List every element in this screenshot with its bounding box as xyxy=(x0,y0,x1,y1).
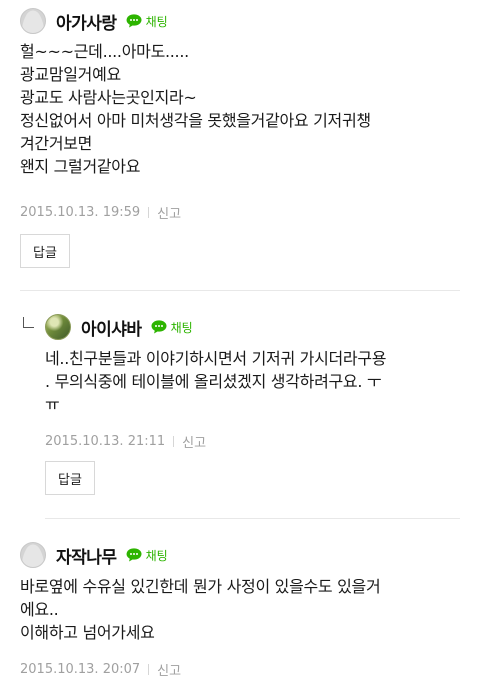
chat-label: 채팅 xyxy=(145,548,168,563)
author-nickname[interactable]: 자작나무 xyxy=(56,543,117,568)
comment-header: 아가사랑 채팅 xyxy=(20,6,168,36)
comment-header: 자작나무 채팅 xyxy=(20,540,168,570)
chat-label: 채팅 xyxy=(145,14,168,29)
chat-bubble-icon xyxy=(126,548,142,562)
chat-link[interactable]: 채팅 xyxy=(126,13,168,30)
comment-body: 네..친구분들과 이야기하시면서 기저귀 가시더라구용 . 무의식중에 테이블에… xyxy=(45,347,386,416)
comment-line: 왠지 그럴거같아요 xyxy=(20,157,141,176)
comment-line: . 무의식중에 테이블에 올리셨겠지 생각하려구요. ㅜ xyxy=(45,372,382,391)
comment-meta: 2015.10.13. 19:59 신고 xyxy=(20,203,181,222)
comment-line: 정신없어서 아마 미처생각을 못했을거같아요 기저귀챙 xyxy=(20,111,371,130)
chat-link[interactable]: 채팅 xyxy=(126,547,168,564)
report-link[interactable]: 신고 xyxy=(157,660,181,679)
comment-line: 광교도 사람사는곳인지라~ xyxy=(20,88,197,107)
comment-line: 네..친구분들과 이야기하시면서 기저귀 가시더라구용 xyxy=(45,349,387,368)
meta-separator xyxy=(148,664,150,675)
comment-item: 아가사랑 채팅 헐~~~근데....아마도..... 광교맘일거예요 광교도 사… xyxy=(0,0,480,290)
comment-item: 자작나무 채팅 바로옆에 수유실 있긴한데 뭔가 사정이 있을수도 있을거 에요… xyxy=(0,519,480,679)
meta-separator xyxy=(148,207,150,218)
reply-comment-item: 아이샤바 채팅 네..친구분들과 이야기하시면서 기저귀 가시더라구용 . 무의… xyxy=(0,291,480,517)
comment-line: 이해하고 넘어가세요 xyxy=(20,623,155,642)
comment-line: ㅠ xyxy=(45,395,60,414)
reply-arrow-icon xyxy=(23,317,34,328)
comment-line: 바로옆에 수유실 있긴한데 뭔가 사정이 있을수도 있을거 xyxy=(20,577,381,596)
report-link[interactable]: 신고 xyxy=(182,432,206,451)
comment-body: 헐~~~근데....아마도..... 광교맘일거예요 광교도 사람사는곳인지라~… xyxy=(20,40,371,178)
comment-line: 헐~~~근데....아마도..... xyxy=(20,42,189,61)
comment-timestamp: 2015.10.13. 19:59 xyxy=(20,205,141,220)
chat-bubble-icon xyxy=(126,14,142,28)
reply-button[interactable]: 답글 xyxy=(20,234,70,268)
avatar[interactable] xyxy=(45,314,71,340)
comment-line: 광교맘일거예요 xyxy=(20,65,121,84)
meta-separator xyxy=(173,436,175,447)
chat-label: 채팅 xyxy=(170,320,193,335)
comment-body: 바로옆에 수유실 있긴한데 뭔가 사정이 있을수도 있을거 에요.. 이해하고 … xyxy=(20,575,381,644)
avatar[interactable] xyxy=(20,8,46,34)
comment-meta: 2015.10.13. 20:07 신고 xyxy=(20,660,181,679)
comment-meta: 2015.10.13. 21:11 신고 xyxy=(45,432,206,451)
comment-timestamp: 2015.10.13. 21:11 xyxy=(45,434,166,449)
comment-timestamp: 2015.10.13. 20:07 xyxy=(20,662,141,677)
reply-button[interactable]: 답글 xyxy=(45,461,95,495)
comment-line: 겨간거보면 xyxy=(20,134,93,153)
comment-line: 에요.. xyxy=(20,600,59,619)
report-link[interactable]: 신고 xyxy=(157,203,181,222)
chat-bubble-icon xyxy=(151,320,167,334)
author-nickname[interactable]: 아이샤바 xyxy=(81,315,142,340)
chat-link[interactable]: 채팅 xyxy=(151,319,193,336)
avatar[interactable] xyxy=(20,542,46,568)
author-nickname[interactable]: 아가사랑 xyxy=(56,9,117,34)
comment-header: 아이샤바 채팅 xyxy=(45,312,193,342)
